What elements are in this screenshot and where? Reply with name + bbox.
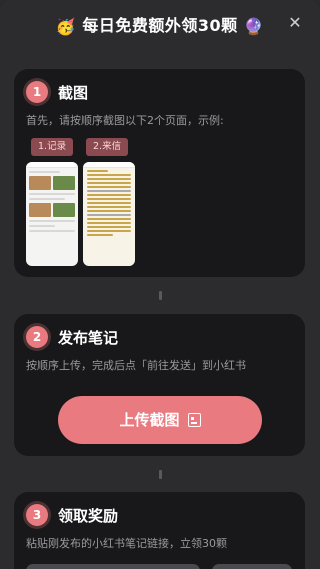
- sheet-title-text: 每日免费额外领30颗: [82, 16, 238, 35]
- link-input[interactable]: [26, 564, 200, 569]
- close-icon[interactable]: ✕: [284, 12, 306, 34]
- step-card-reward: 3 领取奖励 粘贴刚发布的小红书笔记链接，立领30颗: [14, 492, 305, 569]
- step-number: 1: [26, 81, 48, 103]
- sheet-title: 🥳 每日免费额外领30颗 🔮: [0, 12, 320, 36]
- party-emoji-icon: 🥳: [55, 17, 77, 36]
- step-card-screenshot: 1 截图 首先，请按顺序截图以下2个页面，示例: 1.记录 2.来信: [14, 69, 305, 277]
- upload-button-label: 上传截图: [119, 411, 180, 429]
- step-card-publish: 2 发布笔记 按顺序上传，完成后点「前往发送」到小红书 上传截图: [14, 314, 305, 456]
- image-icon: [187, 413, 201, 427]
- sheet-header: 🥳 每日免费额外领30颗 🔮 ✕: [0, 0, 320, 50]
- step-description: 粘贴刚发布的小红书笔记链接，立领30颗: [26, 537, 227, 550]
- example-tag-letter: 2.来信: [86, 138, 129, 156]
- step-description: 按顺序上传，完成后点「前往发送」到小红书: [26, 359, 246, 372]
- crystal-ball-emoji-icon: 🔮: [243, 17, 265, 36]
- step-description: 首先，请按顺序截图以下2个页面，示例:: [26, 114, 224, 127]
- step-title: 截图: [58, 84, 89, 102]
- step-number: 3: [26, 504, 48, 526]
- example-screenshot-letter[interactable]: [83, 162, 135, 266]
- step-title: 发布笔记: [58, 329, 119, 347]
- example-screenshot-record[interactable]: [26, 162, 78, 266]
- reward-sheet: 🥳 每日免费额外领30颗 🔮 ✕ 1 截图 首先，请按顺序截图以下2个页面，示例…: [0, 0, 320, 569]
- example-tag-record: 1.记录: [31, 138, 74, 156]
- step-connector: [159, 470, 162, 479]
- upload-screenshot-button[interactable]: 上传截图: [58, 396, 262, 444]
- step-number: 2: [26, 326, 48, 348]
- step-connector: [159, 291, 162, 300]
- claim-button[interactable]: [212, 564, 292, 569]
- step-title: 领取奖励: [58, 507, 119, 525]
